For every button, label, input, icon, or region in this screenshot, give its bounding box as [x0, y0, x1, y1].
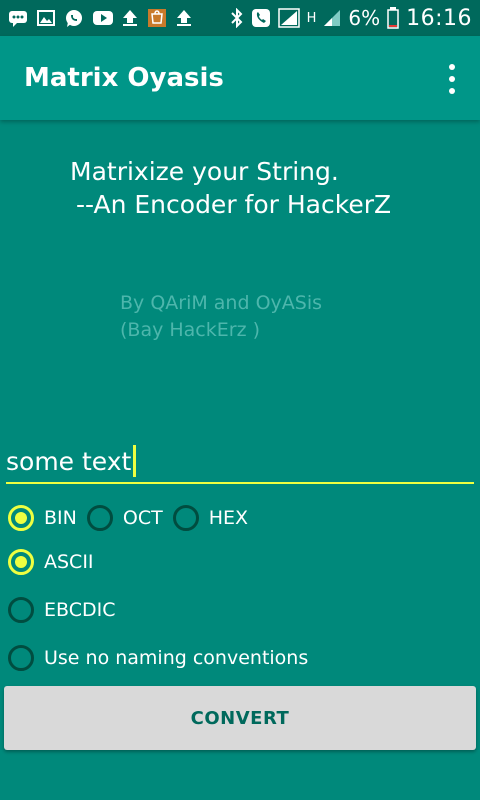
- upload-icon: [176, 8, 192, 28]
- system-icons: H 6% 16:16: [230, 6, 472, 31]
- encoding-radio-ebcdic-row: EBCDIC: [8, 597, 125, 623]
- radio-oct[interactable]: OCT: [86, 505, 163, 531]
- radio-ebcdic-circle[interactable]: [8, 597, 34, 623]
- radio-ebcdic[interactable]: EBCDIC: [8, 597, 115, 623]
- text-cursor: [133, 445, 137, 477]
- signal-icon: [277, 8, 300, 28]
- app-title: Matrix Oyasis: [24, 63, 224, 93]
- status-bar: H 6% 16:16: [0, 0, 480, 36]
- clock: 16:16: [406, 5, 472, 31]
- radio-bin[interactable]: BIN: [8, 505, 77, 531]
- radio-no-naming[interactable]: Use no naming conventions: [8, 645, 308, 671]
- battery-percent: 6%: [348, 6, 381, 30]
- network-type-label: H: [306, 10, 317, 26]
- radio-oct-circle[interactable]: [86, 505, 113, 531]
- upload-icon: [122, 8, 138, 28]
- base-radio-group: BIN OCT HEX: [8, 505, 258, 531]
- radio-bin-circle[interactable]: [8, 505, 34, 531]
- encoding-radio-ascii-row: ASCII: [8, 549, 104, 575]
- radio-ascii[interactable]: ASCII: [8, 549, 94, 575]
- radio-ascii-circle[interactable]: [8, 549, 34, 575]
- signal-strength-icon: [323, 8, 341, 28]
- credits-line-2: (Bay HackErz ): [120, 319, 260, 341]
- radio-oct-label: OCT: [122, 507, 163, 529]
- convert-button[interactable]: CONVERT: [4, 686, 476, 750]
- battery-icon: [387, 7, 399, 29]
- radio-no-naming-circle[interactable]: [8, 645, 34, 671]
- encoding-radio-none-row: Use no naming conventions: [8, 645, 318, 671]
- image-icon: [37, 8, 55, 28]
- credits: By QAriM and OyASis (Bay HackErz ): [120, 290, 440, 344]
- credits-line-1: By QAriM and OyASis: [120, 292, 323, 314]
- radio-hex[interactable]: HEX: [172, 505, 248, 531]
- overflow-menu-icon[interactable]: [440, 64, 464, 94]
- tagline-line-1: Matrixize your String.: [70, 157, 339, 186]
- bluetooth-icon: [230, 8, 244, 28]
- chat-bubble-icon: [8, 8, 28, 28]
- app-bar: Matrix Oyasis: [0, 36, 480, 120]
- youtube-icon: [93, 8, 113, 28]
- notification-icons: [8, 8, 192, 28]
- tagline: Matrixize your String. --An Encoder for …: [70, 155, 470, 221]
- text-input[interactable]: some text: [6, 440, 474, 484]
- store-icon: [147, 8, 167, 28]
- radio-bin-label: BIN: [44, 507, 77, 529]
- tagline-line-2: --An Encoder for HackerZ: [76, 190, 392, 219]
- whatsapp-icon: [64, 8, 84, 28]
- radio-no-naming-label: Use no naming conventions: [44, 647, 309, 669]
- radio-hex-label: HEX: [208, 507, 248, 529]
- radio-ascii-label: ASCII: [44, 551, 94, 573]
- radio-ebcdic-label: EBCDIC: [44, 599, 116, 621]
- radio-hex-circle[interactable]: [172, 505, 199, 531]
- text-input-value: some text: [6, 446, 132, 476]
- call-icon: [251, 8, 271, 28]
